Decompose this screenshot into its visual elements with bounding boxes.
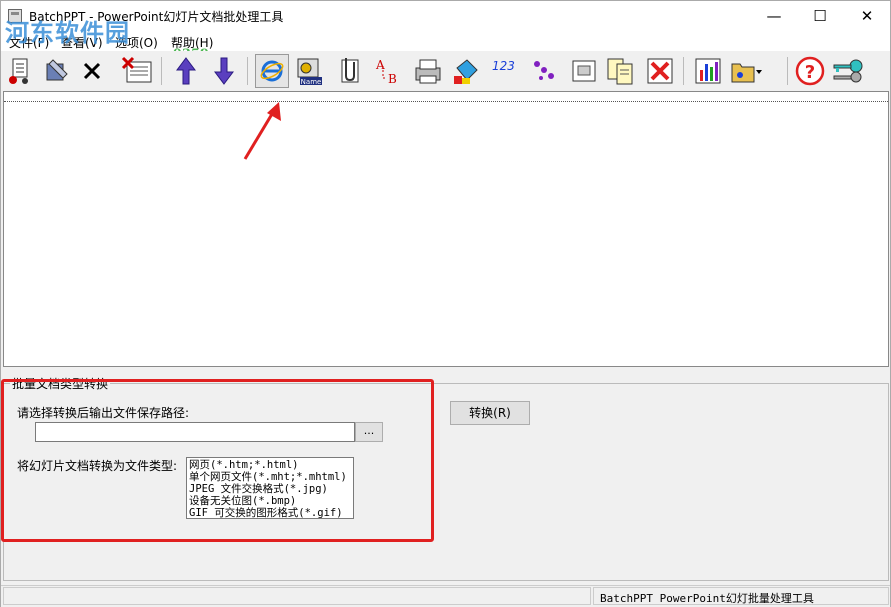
svg-text:A: A <box>375 58 385 72</box>
edit-settings-icon[interactable] <box>39 54 73 88</box>
watermark-text: 河东软件园 <box>5 19 130 47</box>
annotation-highlight-box <box>1 379 434 542</box>
file-list[interactable] <box>3 91 889 367</box>
move-down-icon[interactable] <box>207 54 241 88</box>
open-files-icon[interactable] <box>3 54 37 88</box>
chart-icon[interactable] <box>691 54 725 88</box>
maximize-button[interactable]: ☐ <box>797 1 843 31</box>
print-icon[interactable] <box>411 54 445 88</box>
slide-icon[interactable] <box>567 54 601 88</box>
file-list-header <box>4 92 888 102</box>
copy-docs-icon[interactable] <box>603 54 637 88</box>
title-bar[interactable]: BatchPPT - PowerPoint幻灯片文档批处理工具 — ☐ ✕ <box>1 1 890 31</box>
folder-dropdown-icon[interactable] <box>729 54 763 88</box>
rename-icon[interactable]: Name <box>292 54 326 88</box>
convert-button[interactable]: 转换(R) <box>450 401 530 425</box>
move-up-icon[interactable] <box>169 54 203 88</box>
path-dots-icon[interactable] <box>527 54 561 88</box>
numbering-label: 123 <box>492 59 515 73</box>
status-pane-main <box>3 587 591 605</box>
close-button[interactable]: ✕ <box>844 1 890 31</box>
attach-icon[interactable] <box>332 54 366 88</box>
annotation-arrow <box>243 102 281 160</box>
numbering-icon[interactable]: 123 <box>489 54 523 88</box>
ie-html-icon[interactable] <box>255 54 289 88</box>
app-window: BatchPPT - PowerPoint幻灯片文档批处理工具 — ☐ ✕ 文件… <box>0 0 891 607</box>
remove-red-x-icon[interactable] <box>643 54 677 88</box>
rename-label: Name <box>301 78 322 86</box>
toolbar: Name AB 123 ? <box>1 51 890 91</box>
help-icon[interactable]: ? <box>793 54 827 88</box>
key-icon[interactable] <box>831 54 865 88</box>
svg-text:?: ? <box>805 62 815 83</box>
status-pane-app: BatchPPT PowerPoint幻灯批量处理工具 <box>593 587 889 605</box>
svg-text:B: B <box>388 72 397 86</box>
delete-x-icon[interactable] <box>75 54 109 88</box>
replace-ab-icon[interactable]: AB <box>371 54 405 88</box>
delete-list-icon[interactable] <box>121 54 155 88</box>
fill-icon[interactable] <box>449 54 483 88</box>
minimize-button[interactable]: — <box>751 1 797 31</box>
